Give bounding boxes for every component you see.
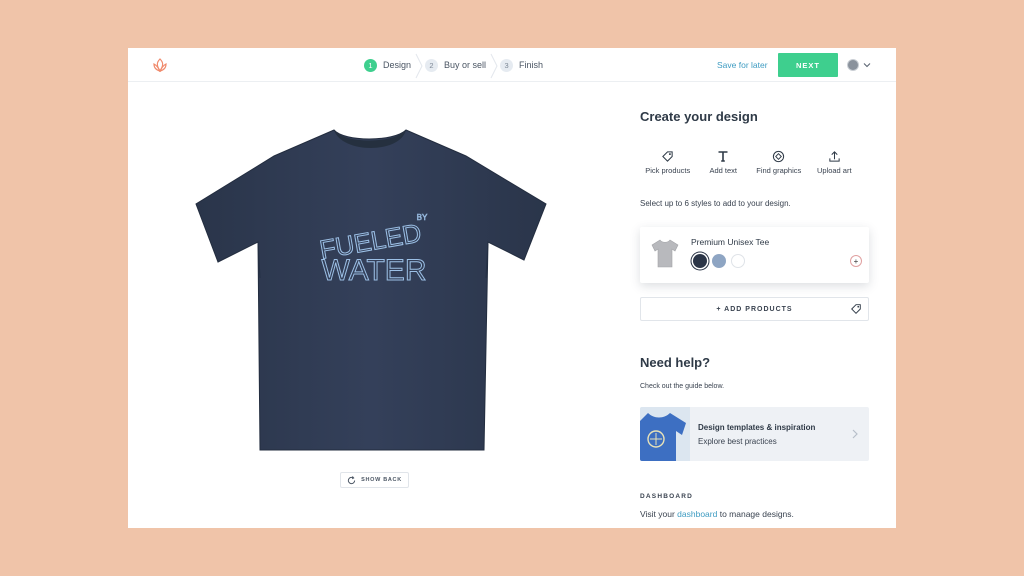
tool-label: Find graphics: [756, 166, 802, 175]
tool-row: Pick products Add text Find graphics Upl…: [640, 149, 862, 175]
step-finish[interactable]: 3 Finish: [500, 58, 544, 72]
panel-title: Create your design: [640, 109, 758, 124]
product-card[interactable]: Premium Unisex Tee +: [640, 227, 869, 283]
add-products-button[interactable]: + ADD PRODUCTS: [640, 297, 869, 321]
color-swatch-navy[interactable]: [693, 254, 707, 268]
step-number: 1: [364, 58, 377, 72]
step-number: 2: [425, 58, 439, 72]
tag-icon: [662, 150, 673, 162]
step-number: 3: [500, 58, 514, 72]
tag-icon: [851, 304, 861, 314]
tshirt-body: [195, 129, 547, 451]
color-swatch-white[interactable]: [731, 254, 745, 268]
dashboard-text: Visit your dashboard to manage designs.: [640, 509, 794, 519]
chevron-right-icon: [852, 429, 858, 439]
tool-label: Add text: [709, 166, 738, 175]
dashboard-label: DASHBOARD: [640, 493, 694, 500]
help-title: Need help?: [640, 355, 711, 370]
guide-title: Design templates & inspiration: [698, 423, 816, 432]
step-design[interactable]: 1 Design: [364, 53, 423, 78]
dashboard-link[interactable]: dashboard: [677, 509, 717, 519]
step-label: Buy or sell: [444, 60, 487, 70]
design-panel: Create your design Pick products Add tex…: [640, 48, 880, 528]
find-graphics-tool[interactable]: Find graphics: [751, 149, 807, 175]
guide-subtitle: Explore best practices: [698, 437, 777, 446]
tshirt-preview[interactable]: FUELED BY WATER: [194, 128, 550, 453]
tool-label: Pick products: [645, 166, 691, 175]
guide-thumbnail: [640, 407, 690, 461]
product-thumbnail: [651, 239, 679, 268]
step-divider-icon: [490, 53, 498, 78]
show-back-label: SHOW BACK: [361, 477, 402, 483]
product-name: Premium Unisex Tee: [691, 237, 770, 247]
step-divider-icon: [415, 53, 423, 78]
dashboard-text-before: Visit your: [640, 509, 678, 519]
print-line-2: WATER: [322, 254, 427, 287]
guide-card[interactable]: Design templates & inspiration Explore b…: [640, 407, 869, 461]
step-indicator: 1 Design 2 Buy or sell 3 Finish: [364, 48, 545, 82]
text-icon: [718, 151, 728, 162]
dashboard-text-after: to manage designs.: [717, 509, 794, 519]
step-label: Design: [383, 60, 412, 70]
tool-label: Upload art: [816, 166, 852, 175]
show-back-button[interactable]: SHOW BACK: [340, 472, 409, 488]
design-editor-window: 1 Design 2 Buy or sell 3 Finish Save for…: [128, 48, 896, 528]
upload-art-tool[interactable]: Upload art: [807, 149, 863, 175]
select-styles-note: Select up to 6 styles to add to your des…: [640, 199, 791, 208]
upload-icon: [829, 150, 840, 162]
help-note: Check out the guide below.: [640, 383, 725, 390]
print-by: BY: [417, 213, 428, 222]
graphics-icon: [773, 150, 785, 162]
color-swatches: [693, 254, 750, 268]
pick-products-tool[interactable]: Pick products: [640, 149, 696, 175]
brand-logo-icon[interactable]: [152, 57, 168, 73]
add-products-label: + ADD PRODUCTS: [716, 305, 793, 313]
rotate-icon: [347, 475, 356, 484]
step-buy-or-sell[interactable]: 2 Buy or sell: [425, 53, 498, 78]
add-text-tool[interactable]: Add text: [696, 149, 752, 175]
color-swatch-blue[interactable]: [712, 254, 726, 268]
add-color-button[interactable]: +: [850, 255, 862, 267]
step-label: Finish: [519, 60, 544, 70]
